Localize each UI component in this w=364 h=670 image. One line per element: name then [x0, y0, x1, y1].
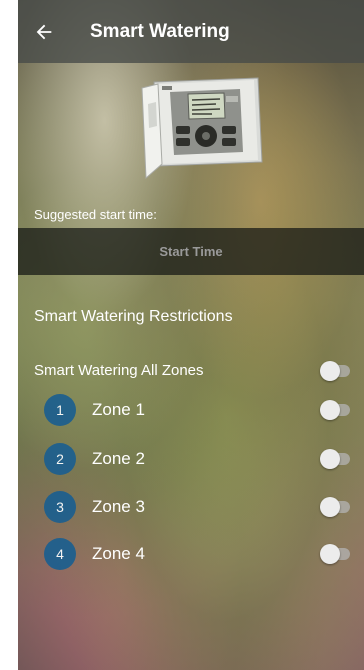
start-time-label: Start Time — [159, 244, 223, 259]
toggle-knob — [320, 497, 340, 517]
suggested-start-time-label: Suggested start time: — [34, 207, 157, 222]
toggle-knob — [320, 449, 340, 469]
zone-number-badge: 2 — [44, 443, 76, 475]
zone-row: 3 Zone 3 — [44, 491, 354, 523]
restrictions-heading: Smart Watering Restrictions — [34, 308, 233, 325]
zone-row: 1 Zone 1 — [44, 394, 354, 426]
toggle-knob — [320, 544, 340, 564]
all-zones-toggle[interactable] — [320, 361, 352, 381]
start-time-button[interactable]: Start Time — [18, 228, 364, 275]
toggle-knob — [320, 400, 340, 420]
app-bar: Smart Watering — [18, 0, 364, 63]
zone-number-badge: 4 — [44, 538, 76, 570]
zone-3-toggle[interactable] — [320, 497, 352, 517]
zone-row: 4 Zone 4 — [44, 538, 354, 570]
zone-label: Zone 1 — [92, 400, 145, 419]
sprinkler-controller-image — [136, 74, 266, 190]
zone-row: 2 Zone 2 — [44, 443, 354, 475]
zone-label: Zone 3 — [92, 497, 145, 516]
zone-2-toggle[interactable] — [320, 449, 352, 469]
back-button[interactable] — [18, 0, 70, 63]
zone-number-badge: 3 — [44, 491, 76, 523]
smart-watering-screen: Smart Watering Suggested start time: Sta… — [18, 0, 364, 670]
toggle-knob — [320, 361, 340, 381]
all-zones-label: Smart Watering All Zones — [34, 362, 204, 379]
zone-label: Zone 2 — [92, 449, 145, 468]
page-title: Smart Watering — [90, 20, 230, 42]
all-zones-row: Smart Watering All Zones — [34, 361, 354, 381]
zone-1-toggle[interactable] — [320, 400, 352, 420]
arrow-left-icon — [36, 24, 52, 39]
zone-4-toggle[interactable] — [320, 544, 352, 564]
zone-label: Zone 4 — [92, 544, 145, 563]
zone-number-badge: 1 — [44, 394, 76, 426]
